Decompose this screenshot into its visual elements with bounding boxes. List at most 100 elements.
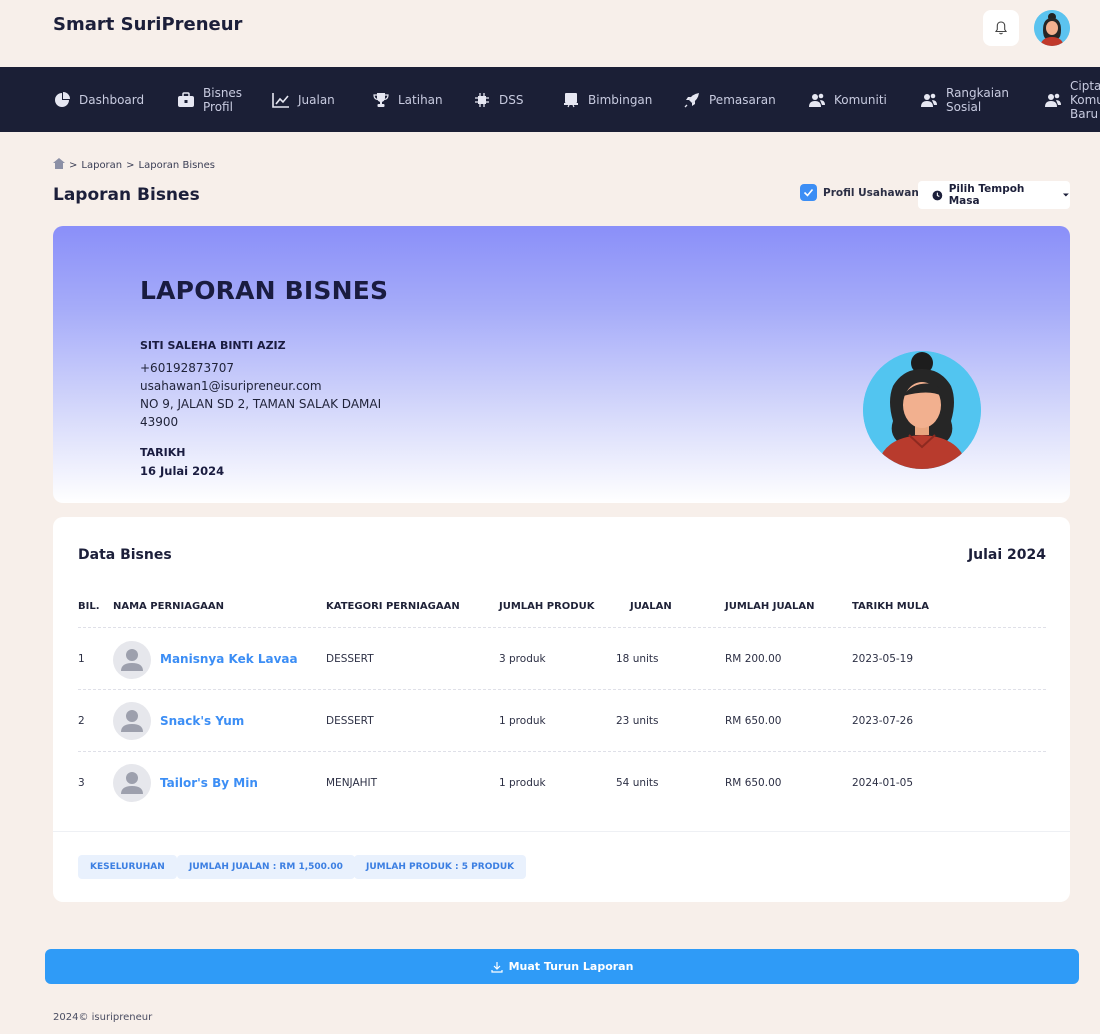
business-data-card: Data Bisnes Julai 2024 BIL. NAMA PERNIAG… <box>53 517 1070 902</box>
cell-no: 3 <box>78 777 85 789</box>
owner-email: usahawan1@isuripreneur.com <box>140 379 322 393</box>
pie-chart-icon <box>53 91 71 109</box>
business-avatar <box>113 764 151 802</box>
breadcrumb-item-laporan[interactable]: Laporan <box>81 160 122 171</box>
trophy-icon <box>372 91 390 109</box>
summary-badge-total-products: JUMLAH PRODUK : 5 PRODUK <box>354 855 527 879</box>
nav-label: Jualan <box>298 92 335 107</box>
breadcrumb-item-laporan-bisnes: Laporan Bisnes <box>138 159 216 171</box>
divider <box>78 627 1046 628</box>
profile-toggle-label: Profil Usahawan <box>823 186 919 199</box>
home-icon[interactable] <box>53 158 65 172</box>
nav-item-jualan[interactable]: Jualan <box>272 67 335 132</box>
owner-name: SITI SALEHA BINTI AZIZ <box>140 339 286 352</box>
report-header-card: LAPORAN BISNES SITI SALEHA BINTI AZIZ +6… <box>53 226 1070 503</box>
chip-icon <box>473 91 491 109</box>
col-header: JUALAN <box>630 601 672 612</box>
download-report-button[interactable]: Muat Turun Laporan <box>45 949 1079 984</box>
nav-item-bisnes-profil[interactable]: Bisnes Profil <box>177 67 242 132</box>
cell-category: DESSERT <box>326 715 374 727</box>
data-card-month: Julai 2024 <box>967 547 1046 563</box>
business-avatar <box>113 702 151 740</box>
divider <box>78 689 1046 690</box>
nav-item-rangkaian-sosial[interactable]: Rangkaian Sosial <box>920 67 1009 132</box>
owner-address: NO 9, JALAN SD 2, TAMAN SALAK DAMAI <box>140 397 382 411</box>
nav-label: Cipta <box>1070 78 1100 93</box>
nav-label: Komuniti <box>834 92 887 107</box>
cell-category: MENJAHIT <box>326 777 378 789</box>
business-name-link[interactable]: Snack's Yum <box>160 714 244 728</box>
nav-label: Dashboard <box>79 92 145 107</box>
brand-logo[interactable]: Smart SuriPreneur <box>53 14 242 35</box>
nav-item-dashboard[interactable]: Dashboard <box>53 67 144 132</box>
owner-phone: +60192873707 <box>140 361 235 375</box>
owner-postcode: 43900 <box>140 415 179 429</box>
breadcrumb-separator: > <box>69 159 78 171</box>
nav-item-pemasaran[interactable]: Pemasaran <box>683 67 776 132</box>
cell-sales: 23 units <box>616 715 659 727</box>
cell-no: 2 <box>78 715 85 727</box>
divider <box>78 751 1046 752</box>
nav-item-komuniti[interactable]: Komuniti <box>808 67 887 132</box>
nav-label: Komu <box>1070 92 1100 107</box>
top-bar: Smart SuriPreneur <box>0 0 1100 67</box>
nav-label: DSS <box>499 92 524 107</box>
caret-down-icon <box>1063 193 1070 197</box>
col-header: JUMLAH PRODUK <box>499 601 595 612</box>
download-report-label: Muat Turun Laporan <box>508 960 634 973</box>
nav-item-bimbingan[interactable]: Bimbingan <box>562 67 652 132</box>
col-header: TARIKH MULA <box>852 601 929 612</box>
checkbox[interactable] <box>800 184 817 201</box>
cell-total: RM 200.00 <box>725 653 782 665</box>
report-date: 16 Julai 2024 <box>140 464 225 478</box>
cell-start-date: 2024-01-05 <box>852 777 914 789</box>
cell-sales: 54 units <box>616 777 659 789</box>
col-header: JUMLAH JUALAN <box>725 601 815 612</box>
footer-copyright: 2024© isuripreneur <box>53 1012 153 1023</box>
business-name-link[interactable]: Manisnya Kek Lavaa <box>160 652 298 666</box>
nav-item-latihan[interactable]: Latihan <box>372 67 443 132</box>
cell-products: 1 produk <box>499 715 546 727</box>
owner-avatar <box>863 351 981 469</box>
period-select-button[interactable]: Pilih Tempoh Masa <box>918 181 1070 209</box>
nav-label: Sosial <box>946 99 982 114</box>
notification-button[interactable] <box>983 10 1019 46</box>
users-icon <box>1044 91 1062 109</box>
cell-total: RM 650.00 <box>725 715 782 727</box>
cell-products: 1 produk <box>499 777 546 789</box>
breadcrumb: > Laporan > Laporan Bisnes <box>53 158 215 172</box>
summary-badge-total-sales: JUMLAH JUALAN : RM 1,500.00 <box>177 855 355 879</box>
data-card-title: Data Bisnes <box>78 547 172 563</box>
date-label: TARIKH <box>140 446 186 459</box>
col-header: KATEGORI PERNIAGAAN <box>326 601 460 612</box>
nav-label: Rangkaian <box>946 85 1010 100</box>
cell-total: RM 650.00 <box>725 777 782 789</box>
cell-start-date: 2023-07-26 <box>852 715 914 727</box>
profile-toggle[interactable]: Profil Usahawan <box>800 184 919 201</box>
page-title: Laporan Bisnes <box>53 185 200 205</box>
period-select-label: Pilih Tempoh Masa <box>948 183 1025 207</box>
cell-products: 3 produk <box>499 653 546 665</box>
check-icon <box>803 188 814 197</box>
nav-label: Pemasaran <box>709 92 776 107</box>
nav-label: Baru <box>1070 106 1099 121</box>
download-icon <box>490 961 503 973</box>
presentation-icon <box>562 91 580 109</box>
rocket-icon <box>683 91 701 109</box>
cell-sales: 18 units <box>616 653 659 665</box>
col-header: NAMA PERNIAGAAN <box>113 601 225 612</box>
users-icon <box>920 91 938 109</box>
user-avatar[interactable] <box>1034 10 1070 46</box>
divider <box>53 831 1070 832</box>
bar-chart-icon <box>272 91 290 109</box>
nav-item-dss[interactable]: DSS <box>473 67 523 132</box>
cell-no: 1 <box>78 653 85 665</box>
nav-item-cipta-komuniti[interactable]: Cipta Komu Baru <box>1044 67 1100 132</box>
breadcrumb-separator: > <box>126 159 135 171</box>
briefcase-icon <box>177 91 195 109</box>
col-header: BIL. <box>78 601 100 612</box>
nav-label: Profil <box>203 99 233 114</box>
main-nav: Dashboard Bisnes Profil Jualan Latihan D… <box>0 67 1100 132</box>
summary-badge-overall: KESELURUHAN <box>78 855 177 879</box>
business-name-link[interactable]: Tailor's By Min <box>160 776 258 790</box>
